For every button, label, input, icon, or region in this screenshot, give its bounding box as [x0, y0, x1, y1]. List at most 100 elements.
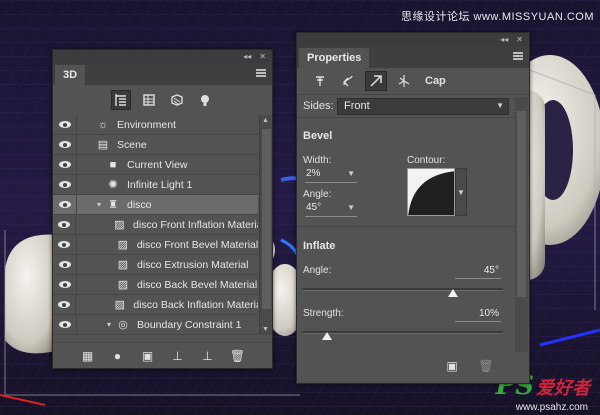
inflate-section-title: Inflate	[303, 240, 336, 252]
panel-properties-titlebar[interactable]: ◂◂ ✕	[297, 33, 529, 46]
close-panel-icon[interactable]: ✕	[516, 35, 523, 44]
material-filter-icon[interactable]	[167, 90, 187, 110]
panel-3d-bottom-toolbar: ▦ ● ▣ ⊥ ⊥ 🗑	[53, 342, 272, 368]
bevel-angle-label: Angle:	[303, 189, 332, 200]
layer-row[interactable]: ▨ disco Back Bevel Material	[53, 274, 258, 295]
trash-icon[interactable]: 🗑	[477, 359, 495, 373]
layer-row[interactable]: ▨ disco Front Bevel Material	[53, 234, 258, 255]
strength-slider[interactable]	[303, 331, 503, 334]
sides-dropdown[interactable]: Front ▼	[337, 97, 509, 115]
visibility-eye-icon[interactable]	[53, 214, 76, 235]
layer-row[interactable]: ☼ Environment	[53, 115, 258, 135]
render-icon[interactable]: ▣	[139, 349, 157, 363]
cap-mode-icon[interactable]	[365, 71, 387, 91]
width-field[interactable]: 2% ▼	[305, 168, 357, 183]
mesh-mode-icon[interactable]	[309, 71, 331, 91]
visibility-eye-icon[interactable]	[53, 294, 76, 315]
watermark-url: www.psahz.com	[515, 402, 588, 413]
bevel-angle-value: 45°	[306, 202, 322, 213]
layer-row[interactable]: ▤ Scene	[53, 134, 258, 155]
properties-mode-toolbar: Cap	[297, 68, 529, 94]
inflate-angle-slider[interactable]	[303, 288, 503, 291]
add-light-icon[interactable]: ●	[109, 349, 127, 363]
layer-row[interactable]: ▾ ◎ Boundary Constraint 1	[53, 314, 258, 335]
layer-type-icon: ▤	[97, 139, 109, 151]
scene-filter-icon[interactable]	[110, 90, 131, 110]
contour-curve-icon	[408, 171, 454, 215]
sides-label: Sides:	[303, 100, 334, 112]
layer-row[interactable]: ▨ disco Front Inflation Material	[53, 214, 258, 235]
panel-menu-icon[interactable]	[256, 69, 266, 77]
expand-chevron-icon[interactable]: ▾	[103, 320, 115, 329]
panel-3d-tabbar: 3D	[53, 63, 272, 85]
visibility-eye-icon[interactable]	[53, 314, 77, 335]
contour-dropdown[interactable]: ▼	[455, 168, 467, 216]
layer-row[interactable]: ▾ ♜ disco	[53, 194, 258, 215]
visibility-eye-icon[interactable]	[53, 194, 77, 215]
scroll-down-icon[interactable]: ▼	[262, 326, 269, 333]
width-label: Width:	[303, 155, 332, 166]
contour-preview[interactable]	[407, 168, 455, 216]
deform-mode-icon[interactable]	[337, 71, 359, 91]
layer-label: disco Extrusion Material	[137, 258, 249, 271]
panel-3d-titlebar[interactable]: ◂◂ ✕	[53, 50, 272, 63]
scroll-thumb[interactable]	[517, 111, 526, 297]
scroll-thumb[interactable]	[262, 129, 271, 309]
bevel-angle-field[interactable]: 45° ▼	[305, 202, 357, 217]
render-icon[interactable]: ▣	[443, 359, 461, 373]
panel-3d-filter-toolbar	[53, 85, 272, 115]
close-panel-icon[interactable]: ✕	[259, 52, 266, 61]
visibility-eye-icon[interactable]	[53, 154, 77, 175]
tab-properties[interactable]: Properties	[299, 48, 370, 68]
panel-3d: ◂◂ ✕ 3D ☼ Environment ▤ Scene ■ Current View ✺…	[52, 49, 273, 369]
ground-icon[interactable]: ⊥	[169, 349, 187, 363]
layer-row[interactable]: ■ Current View	[53, 154, 258, 175]
strength-slider-handle[interactable]	[322, 332, 332, 340]
coordinates-mode-icon[interactable]	[393, 71, 415, 91]
panel-properties-tabbar: Properties	[297, 46, 529, 68]
layer-label: disco Front Bevel Material	[136, 238, 258, 251]
panel-menu-icon[interactable]	[513, 52, 523, 60]
mesh-add-icon[interactable]: ▦	[79, 349, 97, 363]
layer-type-icon: ▨	[114, 299, 125, 311]
strength-field[interactable]: 10%	[455, 308, 501, 322]
inflate-angle-label: Angle:	[303, 265, 332, 276]
scroll-up-icon[interactable]: ▲	[262, 117, 269, 124]
trash-icon[interactable]: 🗑	[229, 349, 247, 363]
ground-shadow-icon[interactable]: ⊥	[199, 349, 217, 363]
inflate-angle-slider-handle[interactable]	[448, 289, 458, 297]
sides-row: Sides: Front ▼	[297, 94, 529, 118]
watermark-logo-cn: 爱好者	[536, 378, 590, 399]
layer-row[interactable]: ▨ disco Back Inflation Material	[53, 294, 258, 315]
tab-3d[interactable]: 3D	[55, 65, 86, 85]
light-filter-icon[interactable]	[195, 90, 215, 110]
chevron-down-icon: ▼	[347, 203, 355, 212]
layer-label: Scene	[117, 138, 147, 151]
visibility-eye-icon[interactable]	[53, 254, 77, 275]
visibility-eye-icon[interactable]	[53, 134, 77, 155]
expand-chevron-icon[interactable]: ▾	[93, 200, 105, 209]
visibility-eye-icon[interactable]	[53, 234, 77, 255]
width-value: 2%	[306, 168, 321, 179]
layer-type-icon: ♜	[108, 199, 118, 211]
layer-list-scrollbar[interactable]: ▲ ▼	[259, 115, 272, 335]
layer-label: disco Front Inflation Material	[132, 218, 258, 231]
strength-label: Strength:	[303, 308, 344, 319]
collapse-panel-icon[interactable]: ◂◂	[500, 35, 508, 44]
layer-row[interactable]: ✺ Infinite Light 1	[53, 174, 258, 195]
layer-row[interactable]: ▨ disco Extrusion Material	[53, 254, 258, 275]
inflate-angle-field[interactable]: 45°	[455, 265, 501, 279]
layer-type-icon: ✺	[108, 179, 118, 191]
properties-scrollbar[interactable]	[515, 97, 528, 352]
panel-properties: ◂◂ ✕ Properties Cap Sides: Front ▼ Bevel…	[296, 32, 530, 384]
visibility-eye-icon[interactable]	[53, 174, 77, 195]
mesh-filter-icon[interactable]	[139, 90, 159, 110]
visibility-eye-icon[interactable]	[53, 115, 77, 135]
visibility-eye-icon[interactable]	[53, 274, 77, 295]
collapse-panel-icon[interactable]: ◂◂	[243, 52, 251, 61]
chevron-down-icon: ▼	[496, 100, 504, 110]
layer-label: Infinite Light 1	[127, 178, 193, 191]
section-divider	[297, 226, 515, 227]
layer-type-icon: ▨	[114, 219, 125, 231]
layer-type-icon: ☼	[97, 118, 109, 131]
